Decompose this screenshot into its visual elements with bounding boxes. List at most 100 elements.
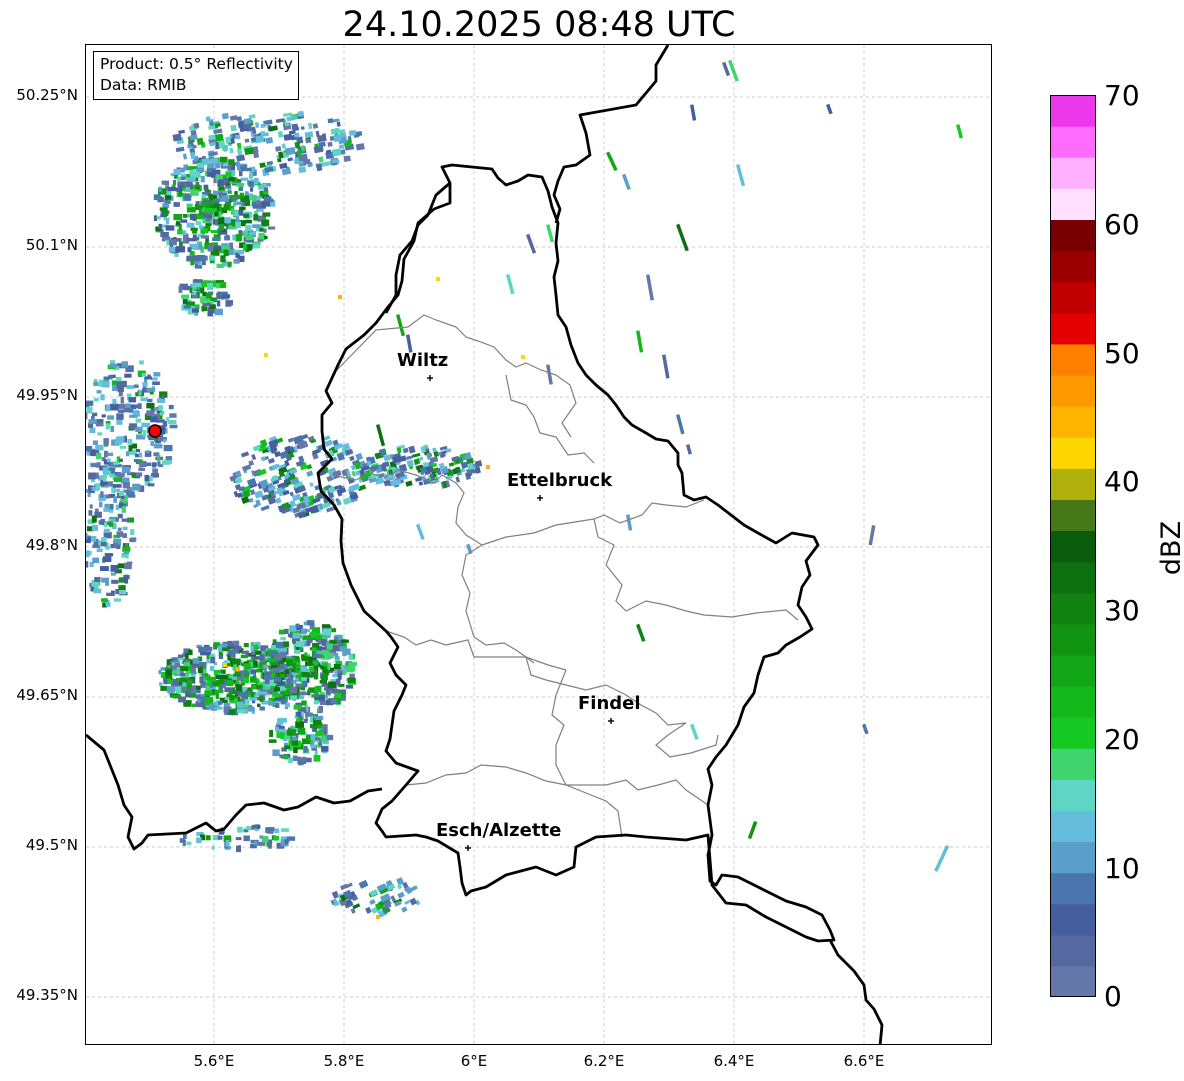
echo-cell [107, 452, 114, 456]
city-marker-wiltz [427, 375, 433, 381]
echo-cell [118, 391, 123, 397]
echo-cell [265, 137, 274, 144]
echo-cell [110, 543, 115, 549]
echo-cell [291, 123, 299, 131]
echo-cell [115, 377, 122, 382]
info-box: Product: 0.5° Reflectivity Data: RMIB [93, 51, 299, 100]
echo-cell [272, 749, 280, 756]
echo-cell [158, 405, 163, 411]
echo-cell [404, 899, 411, 905]
echo-streak [728, 59, 739, 82]
echo-cell [198, 646, 203, 653]
colorbar-swatch [1050, 779, 1096, 811]
echo-cell [151, 377, 158, 381]
echo-cell-strong [486, 465, 490, 469]
echo-cell [193, 122, 200, 129]
echo-cell [260, 123, 267, 129]
colorbar-swatch [1050, 530, 1096, 563]
echo-cell [318, 141, 326, 148]
echo-cell [124, 562, 132, 570]
echo-cell [301, 672, 311, 677]
echo-cell [233, 640, 240, 647]
echo-cell [177, 176, 181, 183]
echo-cell [184, 196, 191, 201]
echo-cell [187, 144, 192, 149]
echo-cell [250, 645, 254, 652]
product-text: Product: 0.5° Reflectivity [100, 55, 293, 73]
city-marker-ettelbruck [537, 495, 543, 501]
echo-cell [195, 694, 201, 699]
echo-cell [296, 711, 302, 717]
echo-cell [239, 164, 248, 172]
lon-tick-label: 5.8°E [323, 1052, 365, 1070]
echo-cell [187, 166, 194, 170]
lat-tick-label: 49.8°N [25, 536, 78, 554]
echo-cell [219, 156, 228, 163]
echo-cell [94, 577, 101, 582]
echo-cell [196, 137, 204, 146]
map-panel [85, 44, 992, 1045]
echo-cell [341, 639, 349, 643]
echo-cell [295, 641, 304, 647]
echo-cell [331, 628, 337, 633]
echo-cell [305, 712, 313, 717]
colorbar-tick-label: 10 [1104, 852, 1140, 885]
echo-streak [747, 821, 758, 840]
echo-cell [405, 455, 413, 460]
echo-cell [206, 655, 210, 660]
colorbar-swatch [1050, 95, 1096, 127]
echo-cell [281, 143, 286, 149]
colorbar-swatch [1050, 374, 1096, 407]
echo-cell [100, 566, 109, 571]
echo-cell-strong [338, 295, 342, 299]
echo-cell [95, 444, 104, 451]
map-canvas [86, 45, 991, 1044]
echo-cell [259, 706, 265, 711]
echo-cell [92, 440, 98, 445]
echo-cell [405, 480, 413, 487]
echo-cell [146, 398, 153, 403]
echo-cell [239, 206, 246, 211]
colorbar-tick-label: 70 [1104, 79, 1140, 112]
echo-cell [233, 258, 240, 264]
echo-streak [862, 723, 869, 735]
canton-boundary-mid [593, 518, 799, 621]
echo-cell [119, 458, 123, 462]
echo-cell [258, 232, 264, 240]
canton-boundary-center-east [481, 499, 705, 546]
echo-cell [176, 216, 180, 221]
echo-cell [163, 444, 173, 452]
echo-cell [102, 476, 107, 482]
echo-cell [92, 557, 100, 564]
echo-cell [348, 661, 357, 667]
echo-cell [117, 472, 125, 477]
echo-cell [113, 542, 118, 548]
echo-cell [205, 218, 211, 222]
echo-cell [217, 179, 224, 187]
echo-cell [188, 649, 193, 655]
echo-cell [236, 142, 242, 150]
echo-cell [311, 694, 320, 698]
echo-cell [288, 757, 293, 764]
echo-cell [166, 686, 175, 693]
echo-cell [229, 147, 234, 154]
echo-cell [162, 237, 170, 241]
echo-cell [314, 687, 319, 695]
echo-cell [355, 452, 363, 461]
echo-cell [105, 602, 111, 607]
echo-cell-strong [223, 663, 227, 667]
echo-cell [180, 176, 186, 181]
echo-cell [290, 725, 295, 729]
echo-cell [122, 482, 130, 489]
echo-cell [136, 449, 141, 453]
lat-tick-label: 50.25°N [16, 86, 78, 104]
echo-cell [265, 827, 275, 832]
echo-cell [157, 398, 166, 403]
lat-tick-label: 50.1°N [25, 236, 78, 254]
echo-cell [320, 666, 324, 670]
echo-cell [236, 234, 243, 242]
echo-cell [282, 641, 289, 648]
echo-cell [274, 677, 281, 683]
echo-cell [144, 462, 152, 467]
echo-cell [365, 906, 372, 914]
